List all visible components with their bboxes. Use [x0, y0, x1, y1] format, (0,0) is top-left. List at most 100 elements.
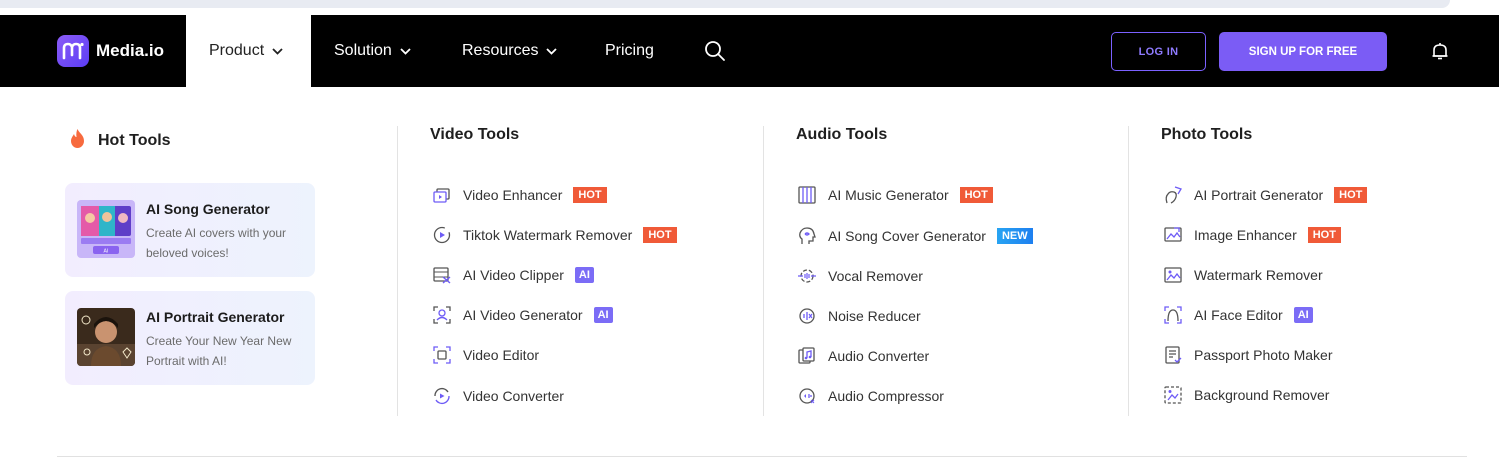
tool-label: AI Music Generator [828, 187, 949, 203]
nav-pricing[interactable]: Pricing [605, 15, 654, 87]
tool-audio-compressor[interactable]: Audio Compressor [797, 386, 944, 406]
tool-audio-converter[interactable]: Audio Converter [797, 346, 929, 366]
ai-portrait-thumbnail [77, 308, 135, 366]
audio-compressor-icon [797, 386, 817, 406]
portrait-icon [1163, 185, 1183, 205]
column-divider [763, 126, 764, 416]
tiktok-icon [432, 225, 452, 245]
tool-label: Video Converter [463, 388, 564, 404]
tool-label: AI Song Cover Generator [828, 228, 986, 244]
tool-ai-face-editor[interactable]: AI Face Editor AI [1163, 305, 1313, 325]
tool-passport-photo-maker[interactable]: Passport Photo Maker [1163, 345, 1333, 365]
nav-solution[interactable]: Solution [334, 15, 411, 87]
ai-badge: AI [574, 267, 594, 283]
hot-badge: HOT [959, 187, 993, 203]
tool-label: Vocal Remover [828, 268, 923, 284]
hot-card-ai-portrait-generator[interactable]: AI Portrait Generator Create Your New Ye… [65, 291, 315, 385]
face-editor-icon [1163, 305, 1183, 325]
hot-tools-heading: Hot Tools [68, 128, 171, 154]
ai-song-thumbnail: AI [77, 200, 135, 258]
tool-tiktok-watermark-remover[interactable]: Tiktok Watermark Remover HOT [432, 225, 677, 245]
card-description: Create Your New Year New Portrait with A… [146, 334, 292, 368]
tool-ai-video-clipper[interactable]: AI Video Clipper AI [432, 265, 594, 285]
tool-label: Watermark Remover [1194, 267, 1323, 283]
new-badge: NEW [996, 228, 1033, 244]
tool-label: Image Enhancer [1194, 227, 1297, 243]
hot-badge: HOT [1307, 227, 1341, 243]
column-divider [1128, 126, 1129, 416]
tool-ai-music-generator[interactable]: AI Music Generator HOT [797, 185, 993, 205]
menu-bottom-divider [57, 456, 1467, 457]
hot-tools-title: Hot Tools [98, 132, 171, 149]
tool-background-remover[interactable]: Background Remover [1163, 385, 1329, 405]
music-generator-icon [797, 185, 817, 205]
watermark-remover-icon [1163, 265, 1183, 285]
nav-pricing-label: Pricing [605, 42, 654, 59]
card-title: AI Song Generator [146, 201, 270, 217]
tool-video-enhancer[interactable]: Video Enhancer HOT [432, 185, 607, 205]
chevron-down-icon [272, 47, 283, 55]
tool-label: Video Enhancer [463, 187, 563, 203]
tool-video-converter[interactable]: Video Converter [432, 386, 564, 406]
tool-image-enhancer[interactable]: Image Enhancer HOT [1163, 225, 1341, 245]
tool-vocal-remover[interactable]: Vocal Remover [797, 266, 923, 286]
tool-video-editor[interactable]: Video Editor [432, 345, 539, 365]
ai-badge: AI [593, 307, 613, 323]
tool-watermark-remover[interactable]: Watermark Remover [1163, 265, 1323, 285]
vocal-remover-icon [797, 266, 817, 286]
tool-label: Audio Converter [828, 348, 930, 364]
top-navbar: Media.io Product Solution Resources Pric… [0, 15, 1499, 87]
browser-top-strip [0, 0, 1499, 14]
search-icon[interactable] [704, 40, 726, 62]
ai-badge: AI [1293, 307, 1313, 323]
video-tools-title: Video Tools [430, 126, 520, 143]
nav-solution-label: Solution [334, 42, 392, 59]
tool-label: Audio Compressor [828, 388, 944, 404]
song-cover-icon [797, 226, 817, 246]
passport-icon [1163, 345, 1183, 365]
tool-label: AI Video Clipper [463, 267, 564, 283]
background-remover-icon [1163, 385, 1183, 405]
video-editor-icon [432, 345, 452, 365]
tool-ai-portrait-generator[interactable]: AI Portrait Generator HOT [1163, 185, 1368, 205]
brand-name: Media.io [96, 41, 165, 60]
login-button[interactable]: LOG IN [1111, 32, 1206, 71]
tool-label: AI Face Editor [1194, 307, 1283, 323]
hot-badge: HOT [643, 227, 677, 243]
signup-button[interactable]: SIGN UP FOR FREE [1219, 32, 1387, 71]
media-io-logo-icon [57, 35, 89, 67]
nav-product[interactable]: Product [186, 15, 311, 87]
nav-product-label: Product [209, 42, 265, 59]
tool-noise-reducer[interactable]: Noise Reducer [797, 306, 921, 326]
chevron-down-icon [400, 47, 411, 55]
nav-resources[interactable]: Resources [462, 15, 558, 87]
hot-badge: HOT [1334, 187, 1368, 203]
clipper-icon [432, 265, 452, 285]
tool-label: Tiktok Watermark Remover [463, 227, 633, 243]
chevron-down-icon [546, 47, 558, 55]
flame-icon [68, 128, 87, 154]
audio-tools-title: Audio Tools [796, 126, 888, 143]
scroll-strip [0, 0, 1450, 8]
column-divider [397, 126, 398, 416]
bell-icon[interactable] [1430, 41, 1450, 61]
audio-converter-icon [797, 346, 817, 366]
hot-badge: HOT [573, 187, 607, 203]
tool-label: Passport Photo Maker [1194, 347, 1333, 363]
video-generator-icon [432, 305, 452, 325]
brand-logo[interactable]: Media.io [57, 35, 164, 67]
card-title: AI Portrait Generator [146, 309, 285, 325]
tool-label: AI Video Generator [463, 307, 583, 323]
tool-ai-video-generator[interactable]: AI Video Generator AI [432, 305, 613, 325]
tool-label: Background Remover [1194, 387, 1330, 403]
hot-card-ai-song-generator[interactable]: AI AI Song Generator Create AI covers wi… [65, 183, 315, 277]
card-description: Create AI covers with your beloved voice… [146, 226, 287, 260]
photo-tools-title: Photo Tools [1161, 126, 1253, 143]
video-enhancer-icon [432, 185, 452, 205]
image-enhancer-icon [1163, 225, 1183, 245]
tool-label: Noise Reducer [828, 308, 921, 324]
svg-text:AI: AI [104, 249, 109, 255]
tool-ai-song-cover-generator[interactable]: AI Song Cover Generator NEW [797, 226, 1033, 246]
noise-reducer-icon [797, 306, 817, 326]
tool-label: AI Portrait Generator [1194, 187, 1324, 203]
